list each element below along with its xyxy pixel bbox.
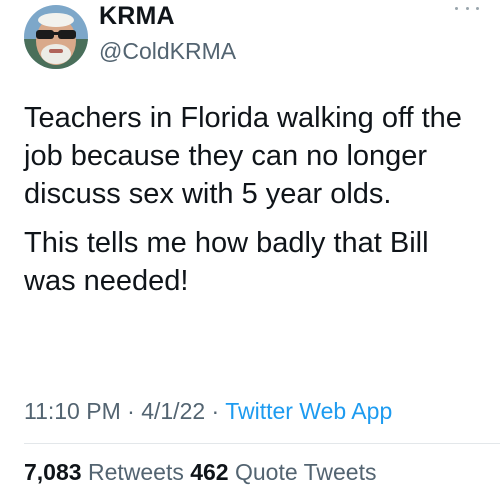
more-dot	[476, 6, 479, 10]
quote-tweets-label: Quote Tweets	[234, 459, 377, 485]
more-dot	[465, 6, 469, 10]
retweets-count: 7,083	[24, 459, 82, 485]
display-name[interactable]: KRMA	[99, 2, 175, 31]
tweet-text: Teachers in Florida walking off the job …	[24, 99, 484, 311]
meta-separator: ·	[120, 398, 142, 424]
user-handle[interactable]: @ColdKRMA	[99, 38, 236, 65]
more-dot	[455, 6, 458, 10]
tweet-paragraph: This tells me how badly that Bill was ne…	[24, 227, 429, 297]
avatar-image	[24, 5, 88, 69]
retweets-label: Retweets	[87, 459, 184, 485]
avatar[interactable]	[24, 5, 88, 69]
divider	[24, 443, 500, 444]
tweet-date[interactable]: 4/1/22	[141, 398, 205, 424]
retweets-stat[interactable]: 7,083 Retweets	[24, 459, 184, 485]
tweet-paragraph: Teachers in Florida walking off the job …	[24, 102, 462, 210]
tweet-card: KRMA @ColdKRMA Teachers in Florida walki…	[0, 0, 500, 500]
quote-tweets-stat[interactable]: 462 Quote Tweets	[190, 459, 376, 485]
quote-tweets-count: 462	[190, 459, 229, 485]
tweet-source-link[interactable]: Twitter Web App	[225, 398, 392, 424]
tweet-meta: 11:10 PM · 4/1/22 · Twitter Web App	[24, 398, 392, 425]
more-horizontal-icon[interactable]	[455, 2, 479, 14]
tweet-time[interactable]: 11:10 PM	[24, 398, 121, 424]
meta-separator: ·	[205, 398, 226, 424]
tweet-stats: 7,083 Retweets 462 Quote Tweets	[24, 459, 376, 486]
